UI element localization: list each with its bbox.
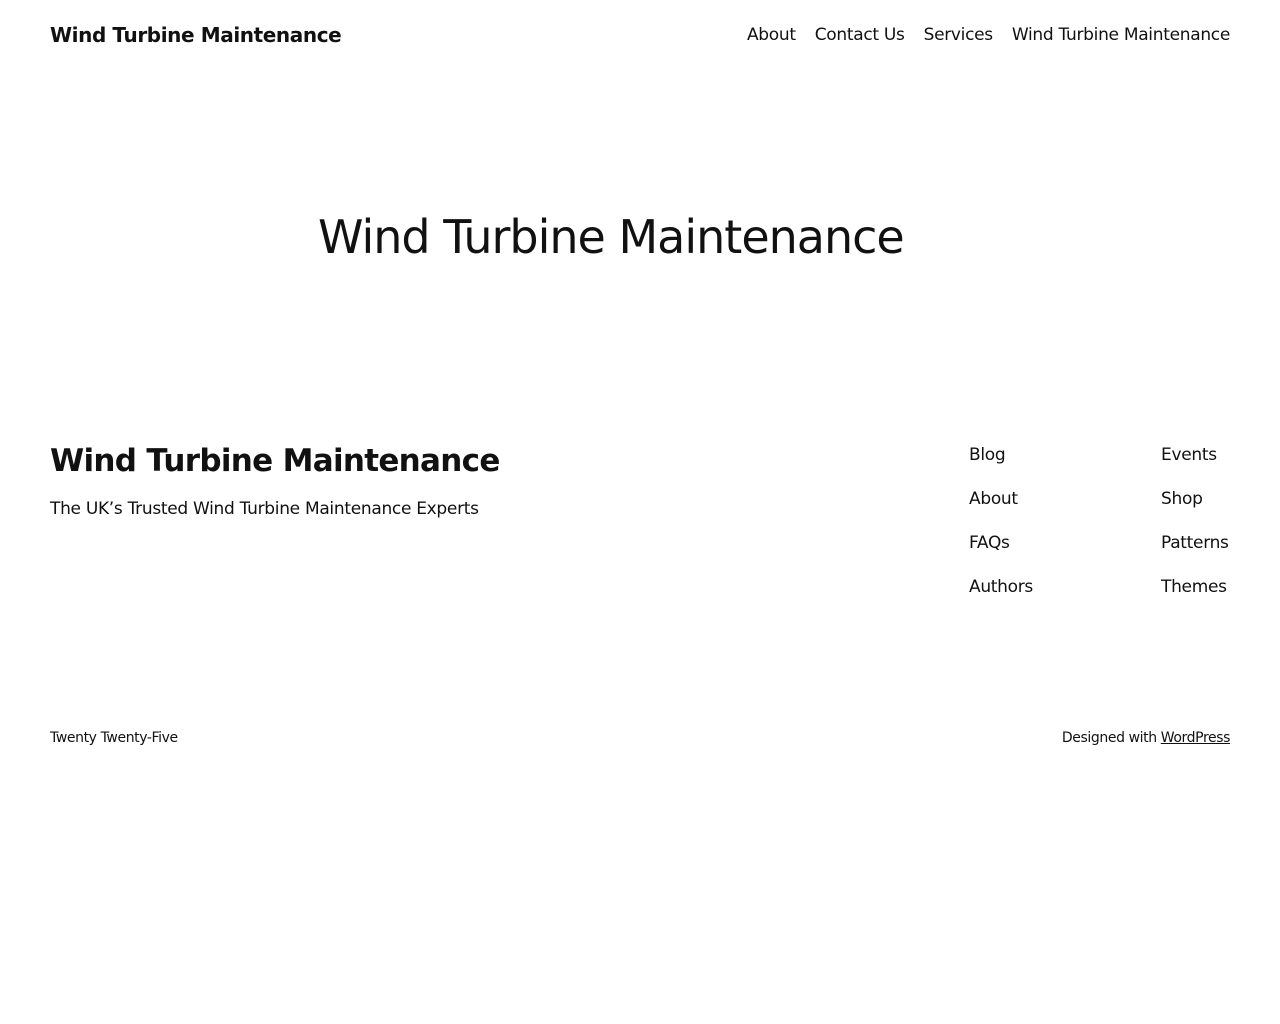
nav-wind-turbine-maintenance-link[interactable]: Wind Turbine Maintenance bbox=[1012, 20, 1230, 50]
footer-shop-link[interactable]: Shop bbox=[1161, 484, 1229, 514]
nav-about-link[interactable]: About bbox=[747, 20, 796, 50]
nav-contact-us-link[interactable]: Contact Us bbox=[815, 20, 905, 50]
footer-events-link[interactable]: Events bbox=[1161, 440, 1229, 470]
theme-credit: Twenty Twenty-Five bbox=[50, 730, 178, 746]
footer-tagline: The UK’s Trusted Wind Turbine Maintenanc… bbox=[50, 499, 479, 519]
designed-with-credit: Designed with WordPress bbox=[1062, 727, 1230, 749]
footer-nav-column-2: Events Shop Patterns Themes bbox=[1161, 440, 1229, 602]
footer-themes-link[interactable]: Themes bbox=[1161, 572, 1229, 602]
page: Wind Turbine Maintenance About Contact U… bbox=[0, 0, 1280, 1024]
footer-faqs-link[interactable]: FAQs bbox=[969, 528, 1033, 558]
footer-site-title[interactable]: Wind Turbine Maintenance bbox=[50, 440, 500, 482]
footer-about-link[interactable]: About bbox=[969, 484, 1033, 514]
designed-with-text: Designed with bbox=[1061, 730, 1161, 746]
primary-nav: About Contact Us Services Wind Turbine M… bbox=[747, 20, 1230, 50]
footer-authors-link[interactable]: Authors bbox=[969, 572, 1033, 602]
footer-patterns-link[interactable]: Patterns bbox=[1161, 528, 1229, 558]
footer-nav-column-1: Blog About FAQs Authors bbox=[969, 440, 1033, 602]
site-title-link[interactable]: Wind Turbine Maintenance bbox=[50, 20, 342, 50]
nav-services-link[interactable]: Services bbox=[924, 20, 994, 50]
footer-blog-link[interactable]: Blog bbox=[969, 440, 1033, 470]
page-title: Wind Turbine Maintenance bbox=[318, 210, 905, 264]
wordpress-link[interactable]: WordPress bbox=[1161, 730, 1231, 746]
